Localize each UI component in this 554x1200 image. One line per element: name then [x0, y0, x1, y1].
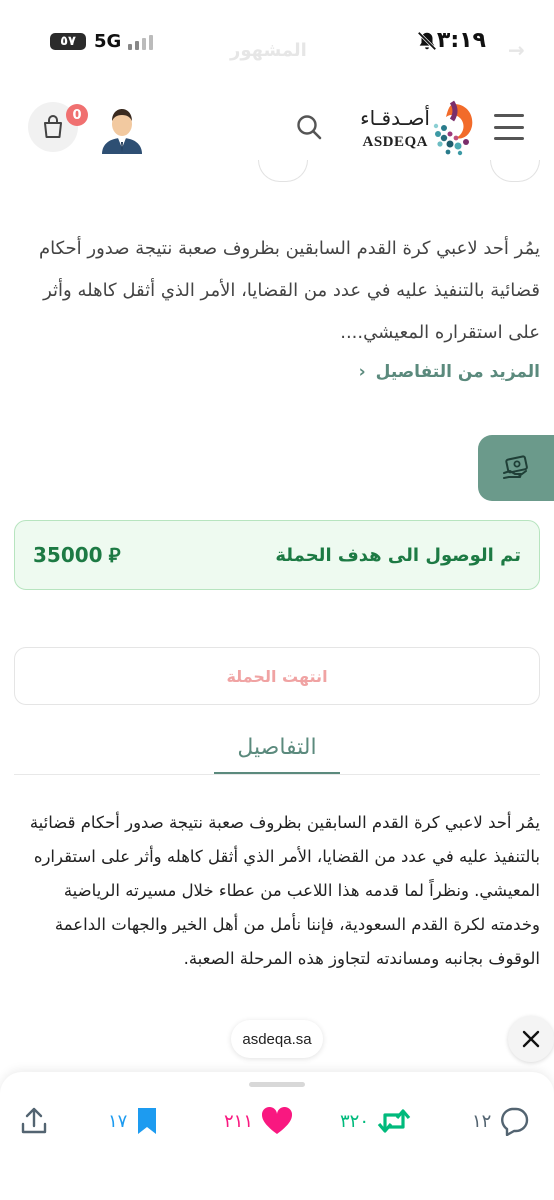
faded-page-title: المشهور: [230, 40, 307, 61]
repost-button[interactable]: ٣٢٠: [340, 1104, 411, 1138]
share-icon: [21, 1107, 47, 1134]
riyal-symbol-icon: ⃁: [108, 543, 121, 567]
status-bar: ٥٧ 5G المشهور → ٣:١٩: [0, 0, 554, 84]
chevron-left-icon: ‹: [358, 362, 366, 382]
faded-arrow-icon: →: [508, 38, 525, 62]
share-button[interactable]: [20, 1104, 48, 1138]
repost-count: ٣٢٠: [340, 1110, 370, 1132]
battery-icon: ٥٧: [50, 33, 86, 50]
campaign-details-text: يمُر أحد لاعبي كرة القدم السابقين بظروف …: [29, 813, 540, 968]
heart-icon: [261, 1106, 293, 1134]
carousel-arc-left: [258, 160, 308, 182]
like-button[interactable]: ٢١١: [224, 1104, 293, 1138]
cart-icon: [44, 115, 62, 138]
network-type: 5G: [94, 31, 122, 52]
repost-icon: [377, 1109, 411, 1133]
campaign-ended-button[interactable]: انتهت الحملة: [14, 647, 540, 705]
avatar-icon[interactable]: [100, 104, 144, 154]
donate-icon: [503, 455, 528, 479]
more-details-link[interactable]: المزيد من التفاصيل ‹: [359, 362, 540, 382]
reply-button[interactable]: ١٢: [472, 1104, 529, 1138]
goal-amount: 35000 ⃁: [33, 542, 120, 568]
menu-icon[interactable]: [494, 114, 524, 140]
sheet-grabber[interactable]: [249, 1082, 305, 1087]
like-count: ٢١١: [224, 1110, 254, 1132]
close-icon: [522, 1030, 540, 1048]
reply-count: ١٢: [472, 1110, 492, 1132]
bookmark-button[interactable]: ١٧: [108, 1104, 159, 1138]
goal-reached-text: تم الوصول الى هدف الحملة: [275, 544, 521, 566]
donate-float-button[interactable]: [478, 435, 554, 501]
close-button[interactable]: [508, 1016, 554, 1062]
goal-amount-value: 35000: [33, 543, 103, 567]
logo-english-text: ASDEQA: [362, 134, 428, 150]
campaign-summary: يمُر أحد لاعبي كرة القدم السابقين بظروف …: [38, 238, 540, 343]
logo-arabic-text: أصـدقـاء: [360, 106, 430, 130]
url-pill[interactable]: asdeqa.sa: [231, 1020, 323, 1058]
campaign-goal-box: تم الوصول الى هدف الحملة 35000 ⃁: [14, 520, 540, 590]
bookmark-count: ١٧: [108, 1110, 128, 1132]
social-action-bar: ١٧ ٢١١ ٣٢٠ ١٢: [0, 1072, 554, 1200]
bookmark-icon: [138, 1108, 157, 1134]
site-logo[interactable]: أصـدقـاء ASDEQA: [358, 98, 478, 158]
signal-icon: [128, 35, 153, 50]
carousel-arc-right: [490, 160, 540, 182]
search-icon[interactable]: [294, 112, 324, 142]
status-time: ٣:١٩: [436, 28, 486, 53]
reply-icon: [501, 1107, 529, 1136]
battery-level: ٥٧: [60, 34, 76, 49]
cart-count-badge: 0: [66, 104, 88, 126]
logo-mark-icon: [433, 100, 473, 156]
tabs-divider: [14, 774, 540, 775]
bell-off-icon: [417, 31, 437, 51]
tab-details[interactable]: التفاصيل: [214, 722, 340, 774]
more-details-label: المزيد من التفاصيل: [375, 362, 540, 382]
